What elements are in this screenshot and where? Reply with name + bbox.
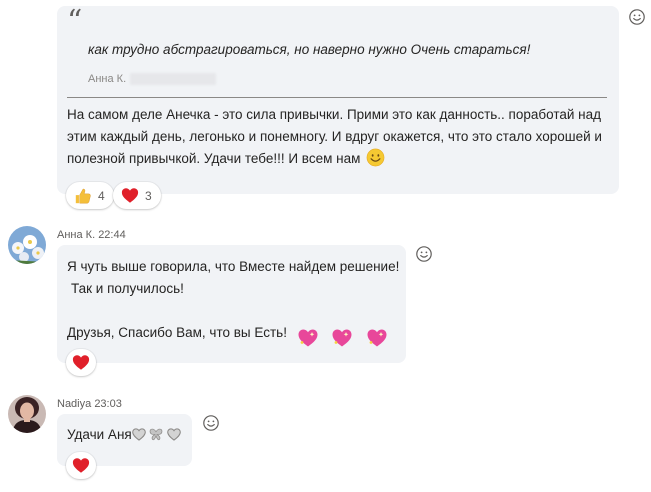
heart-icon <box>72 458 90 473</box>
thumbs-up-icon <box>75 188 91 203</box>
message-line: Я чуть выше говорила, что Вместе найдем … <box>67 259 400 274</box>
heart-icon <box>121 188 139 203</box>
grey-heart-emoji-icon <box>167 428 182 441</box>
quote-author: Анна К. <box>88 73 127 85</box>
sender-name: Nadiya <box>57 398 92 410</box>
message-bubble: Я чуть выше говорила, что Вместе найдем … <box>57 245 406 363</box>
sender-name: Анна К. <box>57 229 96 241</box>
add-reaction-icon[interactable] <box>415 245 433 263</box>
message-line: Так и получилось! <box>71 281 184 296</box>
reaction-count: 4 <box>98 188 105 203</box>
reaction-count: 3 <box>145 188 152 203</box>
reaction-heart-button[interactable]: 3 <box>113 182 161 209</box>
redacted-name <box>130 73 217 85</box>
grey-heart-emoji-icon <box>131 428 146 441</box>
add-reaction-icon[interactable] <box>628 8 646 26</box>
quote-icon: “ <box>67 4 83 39</box>
avatar-person-icon <box>8 395 46 433</box>
message-body: На самом деле Анечка - это сила привычки… <box>67 104 612 170</box>
avatar[interactable] <box>8 226 46 264</box>
message-line: полезной привычкой. Удачи тебе!!! И всем… <box>67 151 361 166</box>
grey-butterfly-emoji-icon <box>150 428 163 441</box>
quote-block: “ как трудно абстрагироваться, но наверн… <box>67 7 607 98</box>
sparkling-heart-emoji-icon <box>367 329 387 347</box>
message-time: 22:44 <box>98 229 126 241</box>
add-reaction-icon[interactable] <box>202 414 220 432</box>
message-bubble: “ как трудно абстрагироваться, но наверн… <box>57 6 619 194</box>
sparkling-heart-emoji-icon <box>332 329 352 347</box>
smiling-face-emoji-icon <box>366 148 385 167</box>
message-text: Удачи Аня <box>67 427 132 442</box>
reaction-like-button[interactable]: 4 <box>66 182 114 209</box>
reaction-heart-button[interactable] <box>66 452 96 479</box>
reaction-heart-button[interactable] <box>66 349 96 376</box>
message-time: 23:03 <box>94 398 122 410</box>
message-line: Друзья, Спасибо Вам, что вы Есть! <box>67 325 287 340</box>
heart-icon <box>72 355 90 370</box>
sparkling-heart-emoji-icon <box>298 329 318 347</box>
quote-text: как трудно абстрагироваться, но наверно … <box>88 42 531 57</box>
avatar-flowers-icon <box>8 226 46 264</box>
message-line: этим каждый день, легонько и понемногу. … <box>67 129 602 144</box>
message-line: На самом деле Анечка - это сила привычки… <box>67 107 601 122</box>
avatar[interactable] <box>8 395 46 433</box>
